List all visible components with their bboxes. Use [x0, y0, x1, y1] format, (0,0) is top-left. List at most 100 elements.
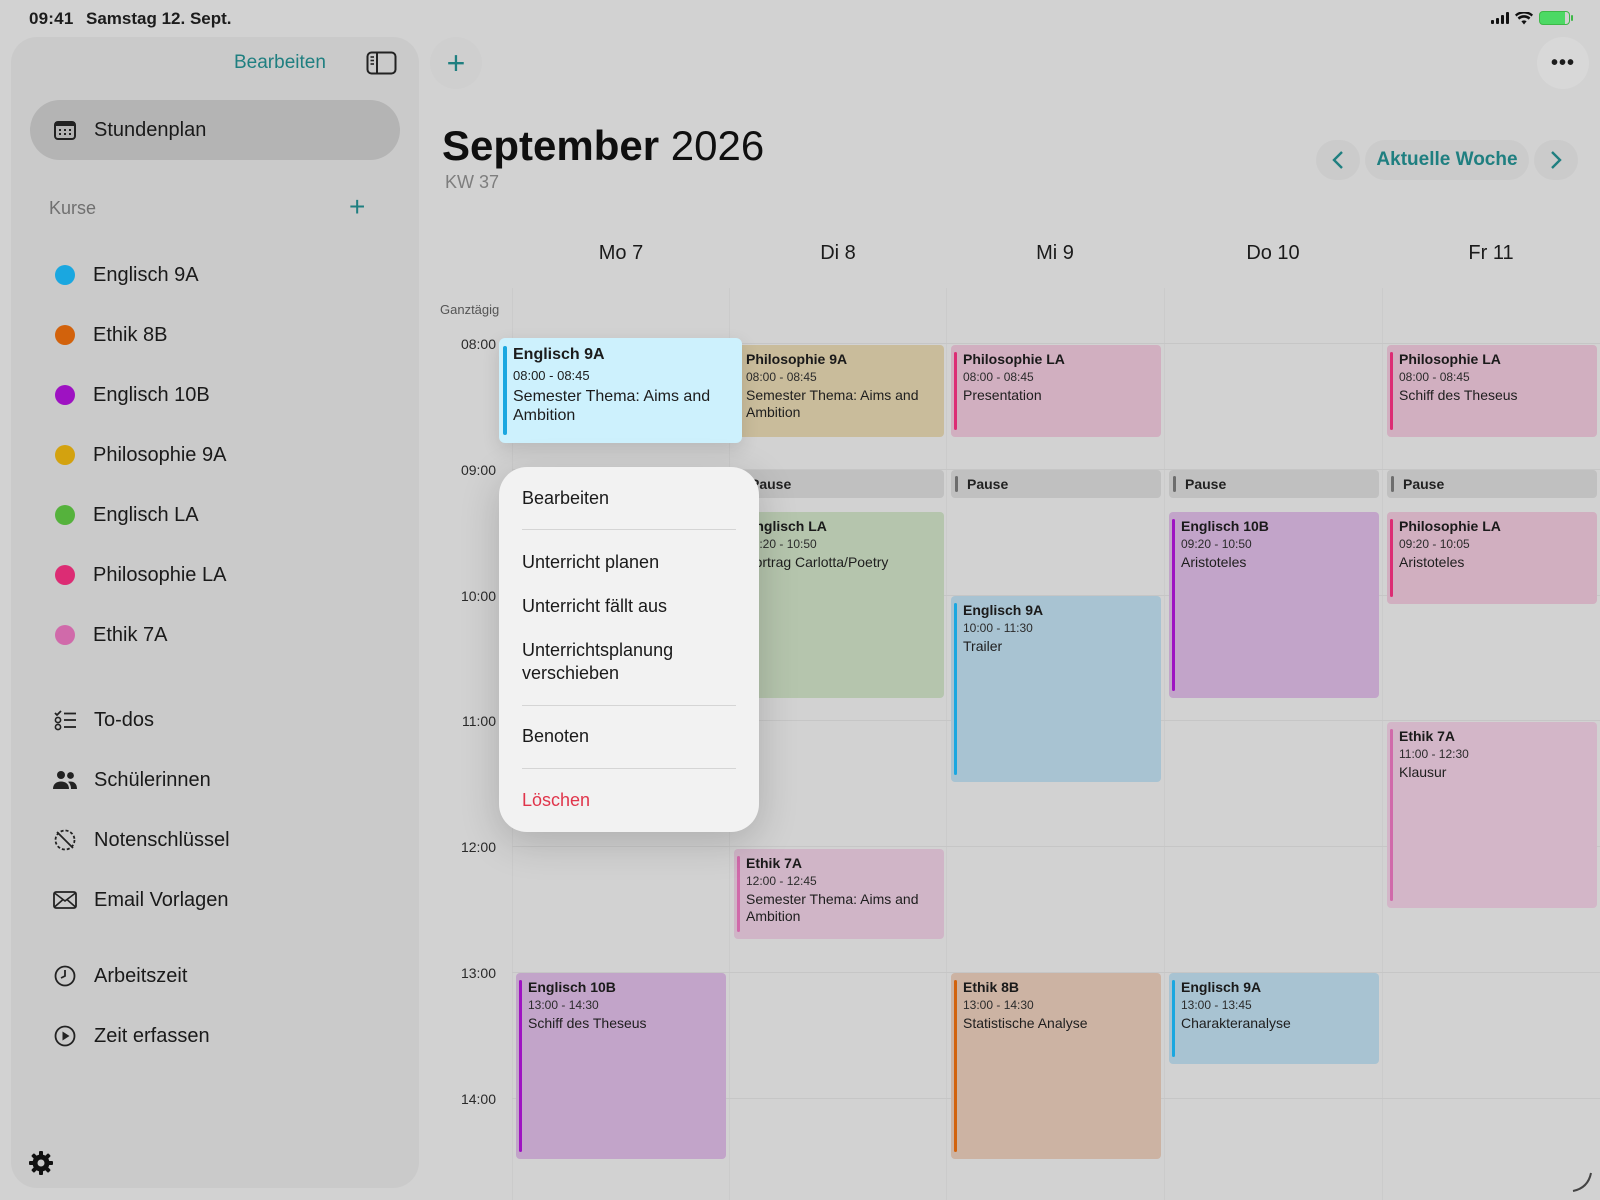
event-description: Klausur — [1399, 764, 1447, 780]
sidebar-item-label: Schülerinnen — [94, 768, 211, 791]
event-description: Schiff des Theseus — [528, 1015, 647, 1031]
event-title: Philosophie LA — [1399, 351, 1501, 367]
event-time: 09:20 - 10:50 — [1181, 537, 1252, 551]
course-color-dot — [55, 265, 75, 285]
event-card[interactable]: Ethik 8B 13:00 - 14:30 Statistische Analys… — [951, 973, 1161, 1159]
menu-item-grade[interactable]: Benoten — [522, 725, 589, 748]
sidebar-item-work-time[interactable]: Arbeitszeit — [52, 946, 210, 1006]
clock-icon — [52, 963, 78, 989]
previous-week-button[interactable] — [1316, 140, 1360, 180]
event-title: Ethik 8B — [963, 979, 1020, 995]
hour-label: 08:00 — [460, 336, 496, 352]
course-label: Englisch LA — [93, 503, 199, 526]
event-card[interactable]: Ethik 7A 11:00 - 12:30 Klausur — [1387, 722, 1597, 908]
menu-divider — [522, 768, 736, 769]
day-header-wed[interactable]: Mi 9 — [946, 242, 1164, 265]
pause-block[interactable]: Pause — [1387, 470, 1597, 498]
context-menu: Bearbeiten Unterricht planen Unterricht … — [499, 467, 759, 832]
all-day-label: Ganztägig — [440, 302, 500, 317]
event-card-selected[interactable]: Englisch 9A 08:00 - 08:45 Semester Thema: … — [499, 338, 742, 443]
resize-handle-icon[interactable] — [1570, 1170, 1594, 1194]
envelope-icon — [52, 887, 78, 913]
sidebar-item-students[interactable]: Schülerinnen — [52, 750, 230, 810]
event-description: Schiff des Theseus — [1399, 387, 1518, 403]
event-description: Aristoteles — [1181, 554, 1247, 570]
sidebar-item-todos[interactable]: To-dos — [52, 690, 230, 750]
settings-gear-icon[interactable] — [28, 1150, 54, 1176]
add-course-button[interactable]: + — [349, 193, 365, 221]
page-title: September 2026 — [442, 122, 764, 170]
day-header-fri[interactable]: Fr 11 — [1382, 242, 1600, 265]
event-time: 10:00 - 11:30 — [963, 621, 1033, 635]
event-title: Ethik 7A — [1399, 728, 1456, 744]
pause-block[interactable]: Pause — [734, 470, 944, 498]
status-bar: 09:41 Samstag 12. Sept. — [0, 0, 1600, 36]
course-item-philosophie-la[interactable]: Philosophie LA — [52, 545, 226, 605]
sidebar-item-stundenplan[interactable]: Stundenplan — [30, 100, 400, 160]
event-time: 09:20 - 10:05 — [1399, 537, 1470, 551]
day-header-tue[interactable]: Di 8 — [729, 242, 947, 265]
menu-item-delete[interactable]: Löschen — [522, 789, 590, 812]
sidebar-item-track-time[interactable]: Zeit erfassen — [52, 1006, 210, 1066]
sidebar-item-grade-key[interactable]: Notenschlüssel — [52, 810, 230, 870]
sidebar-toggle-icon[interactable] — [366, 51, 397, 75]
course-color-dot — [55, 385, 75, 405]
event-title: Englisch 9A — [513, 346, 605, 363]
course-item-englisch-10b[interactable]: Englisch 10B — [52, 365, 226, 425]
cellular-signal-icon — [1491, 12, 1509, 24]
event-time: 08:00 - 08:45 — [1399, 370, 1470, 384]
menu-item-edit[interactable]: Bearbeiten — [522, 487, 609, 510]
course-label: Philosophie LA — [93, 563, 227, 586]
people-icon — [52, 767, 78, 793]
pause-block[interactable]: Pause — [1169, 470, 1379, 498]
current-week-button[interactable]: Aktuelle Woche — [1365, 140, 1529, 180]
sidebar-edit-button[interactable]: Bearbeiten — [234, 52, 326, 74]
menu-item-postpone-planning[interactable]: Unterrichtsplanung verschieben — [522, 639, 722, 685]
course-item-ethik-8b[interactable]: Ethik 8B — [52, 305, 226, 365]
course-item-englisch-9a[interactable]: Englisch 9A — [52, 245, 226, 305]
event-card[interactable]: Philosophie LA 08:00 - 08:45 Schiff des Th… — [1387, 345, 1597, 437]
event-title: Englisch 10B — [1181, 518, 1269, 534]
course-label: Ethik 8B — [93, 323, 168, 346]
hour-label: 09:00 — [460, 462, 496, 478]
grid-divider — [1164, 288, 1165, 1200]
event-description: Aristoteles — [1399, 554, 1465, 570]
more-options-button[interactable]: ••• — [1537, 37, 1589, 89]
event-card[interactable]: Englisch 9A 13:00 - 13:45 Charakteranalyse — [1169, 973, 1379, 1064]
event-card[interactable]: Philosophie LA 09:20 - 10:05 Aristoteles — [1387, 512, 1597, 604]
day-header-mon[interactable]: Mo 7 — [512, 242, 730, 265]
event-card[interactable]: Englisch 10B 09:20 - 10:50 Aristoteles — [1169, 512, 1379, 698]
chevron-right-icon — [1551, 151, 1562, 169]
event-card[interactable]: Ethik 7A 12:00 - 12:45 Semester Thema: Aim… — [734, 849, 944, 939]
course-item-philosophie-9a[interactable]: Philosophie 9A — [52, 425, 226, 485]
event-card[interactable]: Philosophie LA 08:00 - 08:45 Presentation — [951, 345, 1161, 437]
calendar-grid-icon — [52, 117, 78, 143]
event-time: 08:00 - 08:45 — [746, 370, 817, 384]
tools-list: To-dos Schülerinnen Notenschlüssel Email… — [52, 690, 230, 930]
course-color-dot — [55, 505, 75, 525]
wifi-icon — [1515, 11, 1533, 24]
menu-item-lesson-cancelled[interactable]: Unterricht fällt aus — [522, 595, 667, 618]
event-card[interactable]: Englisch 9A 10:00 - 11:30 Trailer — [951, 596, 1161, 782]
day-header-thu[interactable]: Do 10 — [1164, 242, 1382, 265]
course-item-ethik-7a[interactable]: Ethik 7A — [52, 605, 226, 665]
event-description: Statistische Analyse — [963, 1015, 1088, 1031]
chevron-left-icon — [1332, 151, 1343, 169]
status-icons — [1491, 11, 1573, 25]
event-card[interactable]: Philosophie 9A 08:00 - 08:45 Semester Them… — [734, 345, 944, 437]
title-year: 2026 — [670, 122, 765, 169]
event-card[interactable]: Englisch LA 09:20 - 10:50 Vortrag Carlotta… — [734, 512, 944, 698]
event-card[interactable]: Englisch 10B 13:00 - 14:30 Schiff des Thes… — [516, 973, 726, 1159]
menu-item-plan-lesson[interactable]: Unterricht planen — [522, 551, 659, 574]
pause-block[interactable]: Pause — [951, 470, 1161, 498]
hour-label: 11:00 — [462, 713, 496, 729]
event-description: Vortrag Carlotta/Poetry — [746, 554, 889, 570]
event-time: 11:00 - 12:30 — [1399, 747, 1469, 761]
course-item-englisch-la[interactable]: Englisch LA — [52, 485, 226, 545]
event-title: Philosophie LA — [963, 351, 1065, 367]
status-time: 09:41 — [29, 9, 74, 28]
event-title: Philosophie 9A — [746, 351, 848, 367]
next-week-button[interactable] — [1534, 140, 1578, 180]
sidebar-item-email-templates[interactable]: Email Vorlagen — [52, 870, 230, 930]
add-event-button[interactable]: + — [430, 37, 482, 89]
